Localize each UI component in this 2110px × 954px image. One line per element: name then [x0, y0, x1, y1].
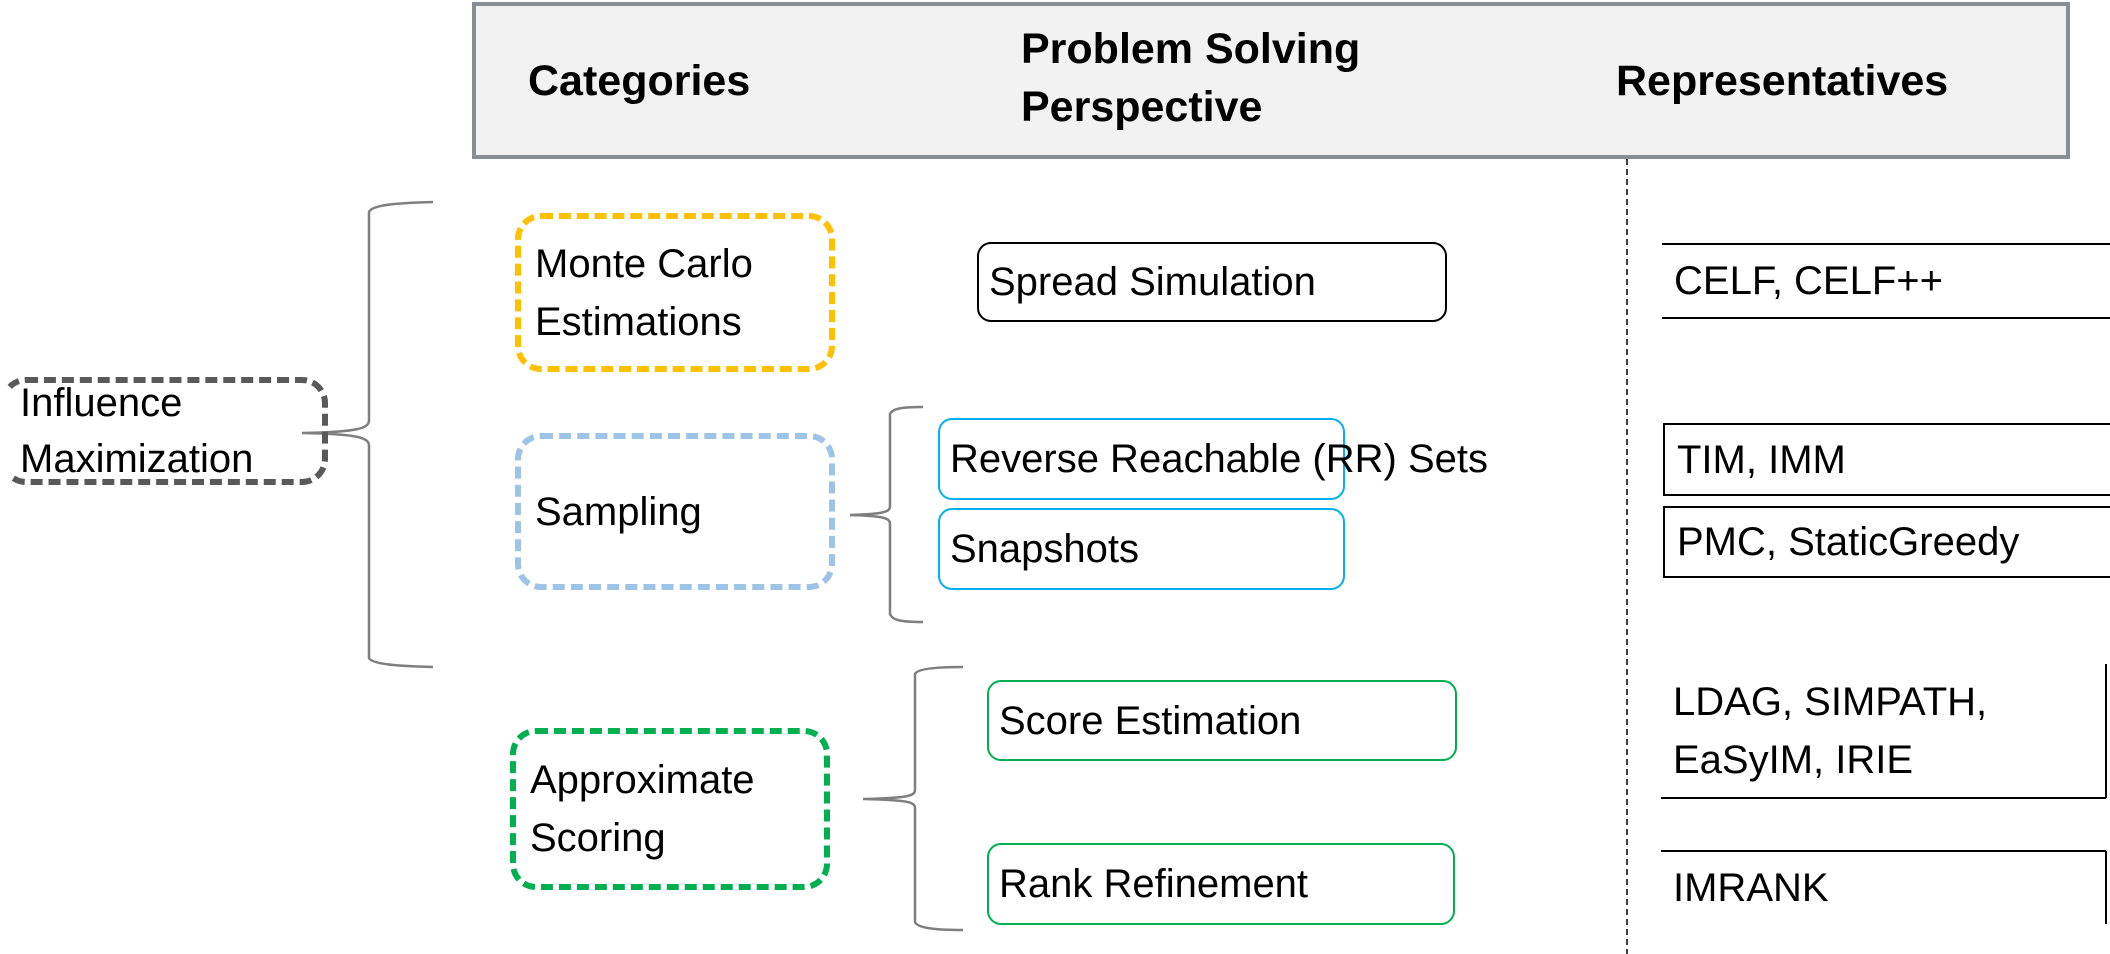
root-label-line2: Maximization [20, 437, 254, 481]
representative-imrank: IMRANK [1661, 851, 2106, 924]
category-monte-carlo: Monte Carlo Estimations [515, 213, 835, 372]
root-label-line1: Influence [20, 381, 183, 425]
representative-pmc: PMC, StaticGreedy [1663, 506, 2110, 578]
representative-label: PMC, StaticGreedy [1677, 520, 2020, 564]
perspective-label: Score Estimation [999, 698, 1302, 743]
perspective-rr-sets: Reverse Reachable (RR) Sets [938, 418, 1488, 500]
perspective-label: Reverse Reachable (RR) Sets [950, 437, 1488, 481]
perspective-label: Snapshots [950, 527, 1140, 571]
perspective-score-estimation: Score Estimation [987, 680, 1457, 761]
representative-label: CELF, CELF++ [1674, 259, 1944, 303]
category-label-line2: Scoring [530, 816, 666, 860]
representative-celf: CELF, CELF++ [1662, 244, 2110, 318]
representative-label: TIM, IMM [1677, 437, 1846, 482]
category-label: Sampling [535, 489, 702, 534]
representative-label-line2: EaSyIM, IRIE [1673, 738, 1914, 782]
sampling-brace [849, 405, 924, 624]
representative-ldag: LDAG, SIMPATH, EaSyIM, IRIE [1661, 664, 2106, 798]
representative-tim-imm: TIM, IMM [1663, 423, 2110, 496]
category-label-line1: Monte Carlo [535, 241, 753, 286]
category-label-line2: Estimations [535, 299, 742, 344]
perspective-spread-simulation: Spread Simulation [977, 242, 1447, 322]
scoring-brace [862, 665, 964, 932]
representative-label: IMRANK [1673, 865, 1829, 910]
perspective-label: Rank Refinement [999, 862, 1309, 906]
perspective-rank-refinement: Rank Refinement [987, 843, 1455, 925]
category-sampling: Sampling [515, 433, 835, 590]
category-approximate-scoring: Approximate Scoring [510, 728, 830, 890]
category-label-line1: Approximate [530, 758, 755, 802]
representative-label-line1: LDAG, SIMPATH, [1673, 680, 1988, 724]
perspective-snapshots: Snapshots [938, 508, 1345, 590]
perspective-label: Spread Simulation [989, 260, 1316, 304]
root-node-influence-maximization: Influence Maximization [0, 377, 328, 485]
